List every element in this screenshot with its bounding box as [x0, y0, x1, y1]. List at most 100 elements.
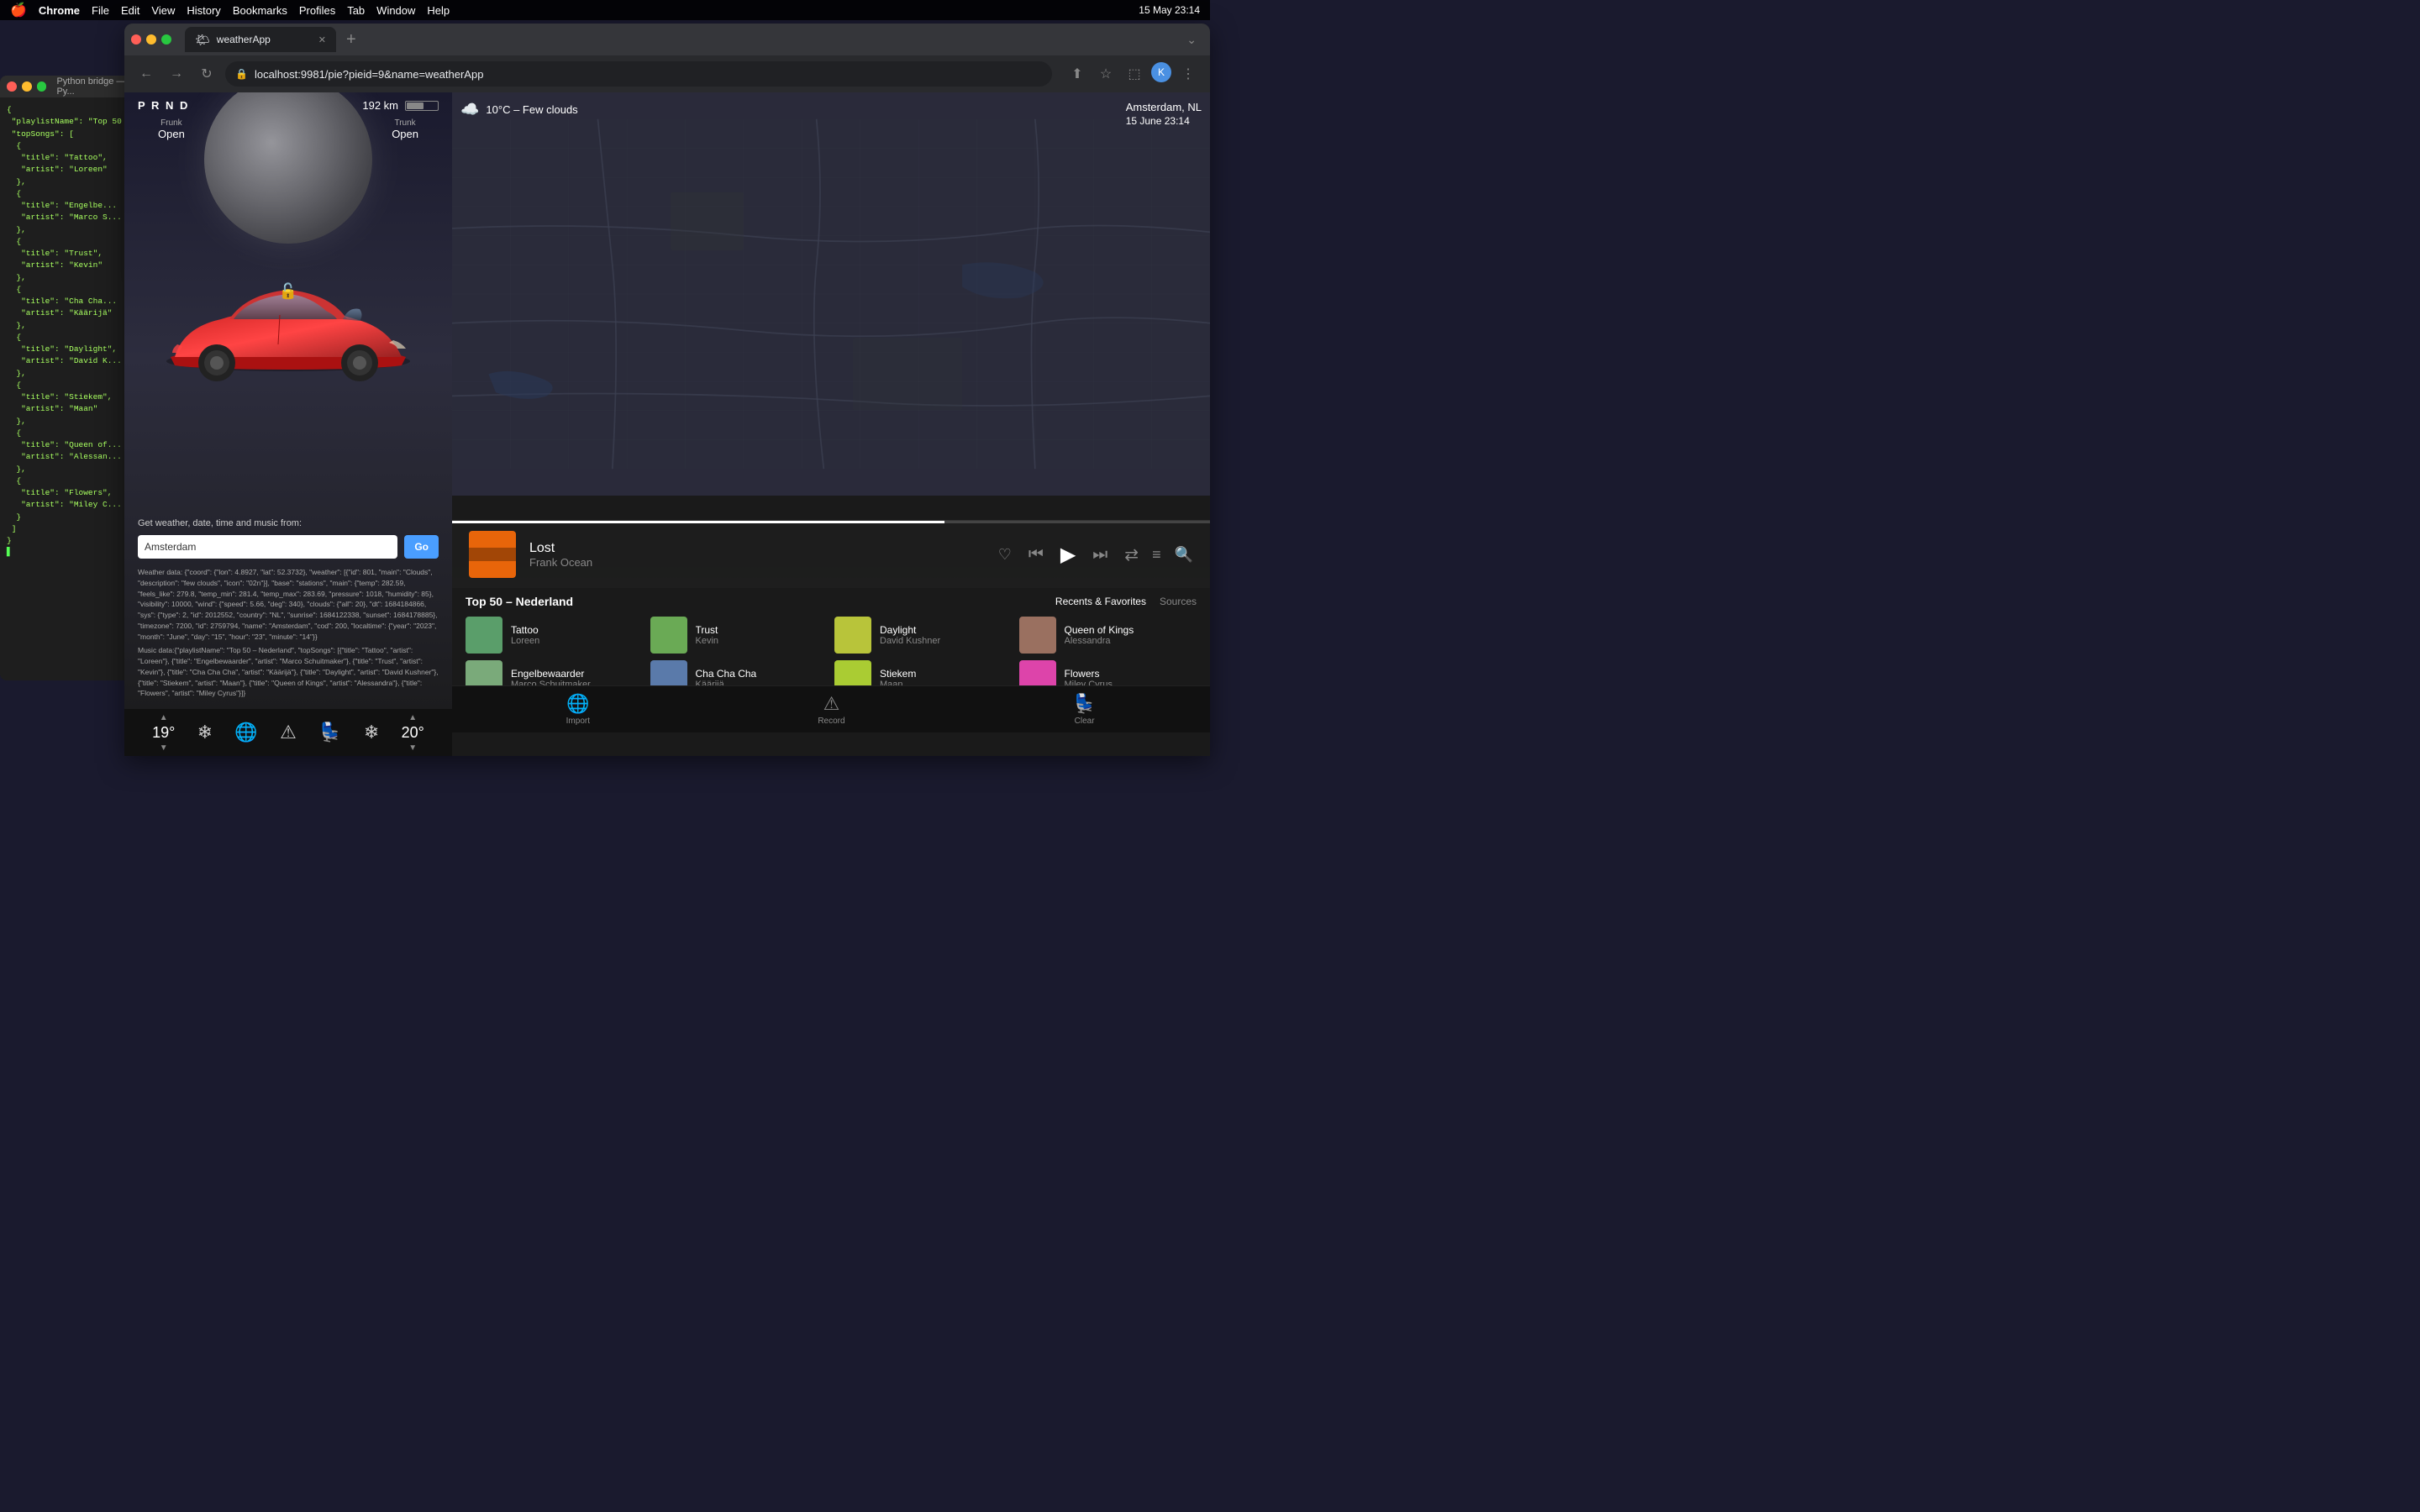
fan-right-control[interactable]: ❄	[364, 722, 379, 743]
song-thumb-0	[466, 617, 502, 654]
clear-control[interactable]: 💺 Clear	[1073, 693, 1096, 726]
url-text[interactable]: localhost:9981/pie?pieid=9&name=weatherA…	[255, 68, 1042, 81]
lock-icon: 🔒	[235, 68, 248, 80]
trunk-status: Open	[392, 128, 418, 140]
menu-view[interactable]: View	[151, 4, 175, 17]
song-details-0: Tattoo Loreen	[511, 624, 644, 646]
menu-button[interactable]: ⋮	[1176, 62, 1200, 86]
song-thumb-1	[650, 617, 687, 654]
chrome-close[interactable]	[131, 34, 141, 45]
globe-control[interactable]: 🌐	[234, 722, 257, 743]
temp-right-control[interactable]: ▲ 20° ▼	[402, 713, 424, 753]
car-lock-icon[interactable]: 🔓	[279, 283, 297, 301]
temp-left-up-arrow[interactable]: ▲	[160, 713, 168, 722]
chrome-maximize[interactable]	[161, 34, 171, 45]
menu-history[interactable]: History	[187, 4, 220, 17]
reader-button[interactable]: ⬚	[1123, 62, 1146, 86]
car-bottom-panel: Get weather, date, time and music from: …	[124, 508, 452, 709]
prev-button[interactable]: ⏮	[1028, 545, 1044, 564]
trunk-header: Trunk	[392, 118, 418, 128]
music-data-text: Music data:{"playlistName": "Top 50 – Ne…	[138, 645, 439, 699]
menu-help[interactable]: Help	[427, 4, 450, 17]
menu-window[interactable]: Window	[376, 4, 415, 17]
chrome-minimize[interactable]	[146, 34, 156, 45]
tab-sources[interactable]: Sources	[1160, 596, 1197, 607]
album-art[interactable]	[469, 531, 516, 578]
search-icon[interactable]: 🔍	[1175, 546, 1193, 564]
location-info: Amsterdam, NL	[1126, 101, 1202, 113]
battery-fill	[407, 102, 424, 109]
temp-left-control[interactable]: ▲ 19° ▼	[152, 713, 175, 753]
songs-tabs: Recents & Favorites Sources	[1055, 596, 1197, 607]
back-button[interactable]: ←	[134, 62, 158, 86]
forward-button[interactable]: →	[165, 62, 188, 86]
song-details-3: Queen of Kings Alessandra	[1065, 624, 1197, 646]
bookmark-button[interactable]: ☆	[1094, 62, 1118, 86]
temp-right-down-arrow[interactable]: ▼	[408, 743, 417, 753]
song-card-0[interactable]: Tattoo Loreen	[466, 617, 644, 654]
city-input[interactable]	[138, 535, 397, 559]
seat-control[interactable]: 💺	[318, 722, 341, 743]
weather-app-tab[interactable]: 🌤 weatherApp ✕	[185, 27, 336, 52]
warning-control[interactable]: ⚠	[280, 722, 297, 743]
album-art-stripe	[469, 548, 516, 561]
heart-button[interactable]: ♡	[998, 546, 1012, 564]
menu-profiles[interactable]: Profiles	[299, 4, 335, 17]
new-tab-button[interactable]: +	[339, 30, 363, 50]
tab-favicon: 🌤	[195, 33, 210, 47]
record-control[interactable]: ⚠ Record	[818, 693, 844, 726]
import-control[interactable]: 🌐 Import	[566, 693, 590, 726]
songs-header: Top 50 – Nederland Recents & Favorites S…	[466, 595, 1197, 608]
go-button[interactable]: Go	[404, 535, 439, 559]
menu-edit[interactable]: Edit	[121, 4, 139, 17]
shuffle-button[interactable]: ⇄	[1124, 544, 1139, 565]
app-content: P R N D 192 km Frunk Open Trunk Open	[124, 92, 1210, 756]
song-card-3[interactable]: Queen of Kings Alessandra	[1019, 617, 1197, 654]
bottom-action-bar: 🌐 Import ⚠ Record 💺 Clear	[452, 685, 1210, 732]
menu-tab[interactable]: Tab	[347, 4, 365, 17]
trunk-label[interactable]: Trunk Open	[392, 118, 418, 140]
tab-close-button[interactable]: ✕	[318, 34, 326, 45]
temp-right-up-arrow[interactable]: ▲	[408, 713, 417, 722]
car-header: P R N D 192 km	[124, 92, 452, 118]
collapse-button[interactable]: ⌄	[1186, 33, 1197, 47]
tab-label: weatherApp	[217, 34, 271, 45]
temp-left-down-arrow[interactable]: ▼	[160, 743, 168, 753]
queue-icon[interactable]: ≡	[1152, 546, 1161, 564]
car-bottom-controls: ▲ 19° ▼ ❄ 🌐 ⚠ 💺 ❄	[124, 709, 452, 756]
profile-button[interactable]: K	[1151, 62, 1171, 82]
share-button[interactable]: ⬆	[1065, 62, 1089, 86]
song-card-1[interactable]: Trust Kevin	[650, 617, 829, 654]
battery-indicator	[405, 101, 439, 111]
clear-icon: 💺	[1073, 693, 1096, 715]
fan-left-control[interactable]: ❄	[197, 722, 213, 743]
temp-right-value: 20°	[402, 724, 424, 742]
menu-bookmarks[interactable]: Bookmarks	[233, 4, 287, 17]
record-icon: ⚠	[823, 693, 840, 715]
close-button[interactable]	[7, 81, 17, 92]
play-button[interactable]: ▶	[1060, 543, 1076, 567]
menu-chrome[interactable]: Chrome	[39, 4, 80, 17]
record-label: Record	[818, 717, 844, 726]
song-card-2[interactable]: Daylight David Kushner	[834, 617, 1013, 654]
song-title-4: Engelbewaarder	[511, 668, 644, 680]
frunk-label[interactable]: Frunk Open	[158, 118, 185, 140]
next-button[interactable]: ⏭	[1092, 545, 1107, 564]
fan-right-icon: ❄	[364, 722, 379, 743]
range-display: 192 km	[362, 99, 439, 112]
reload-button[interactable]: ↻	[195, 62, 218, 86]
weather-data-text: Weather data: {"coord": {"lon": 4.8927, …	[138, 567, 439, 642]
minimize-button[interactable]	[22, 81, 32, 92]
tab-recents[interactable]: Recents & Favorites	[1055, 596, 1146, 607]
map-svg	[452, 92, 1210, 496]
apple-menu[interactable]: 🍎	[10, 2, 27, 18]
menubar-left: 🍎 Chrome File Edit View History Bookmark…	[10, 2, 450, 18]
maximize-button[interactable]	[37, 81, 47, 92]
chrome-window: 🌤 weatherApp ✕ + ⌄ ← → ↻ 🔒 localhost:998…	[124, 24, 1210, 756]
menu-file[interactable]: File	[92, 4, 109, 17]
location-date-info: Amsterdam, NL 15 June 23:14	[1126, 101, 1202, 127]
car-image	[154, 260, 423, 395]
address-bar[interactable]: 🔒 localhost:9981/pie?pieid=9&name=weathe…	[225, 61, 1052, 87]
menubar-right: 15 May 23:14	[1139, 4, 1200, 16]
song-thumb-3	[1019, 617, 1056, 654]
